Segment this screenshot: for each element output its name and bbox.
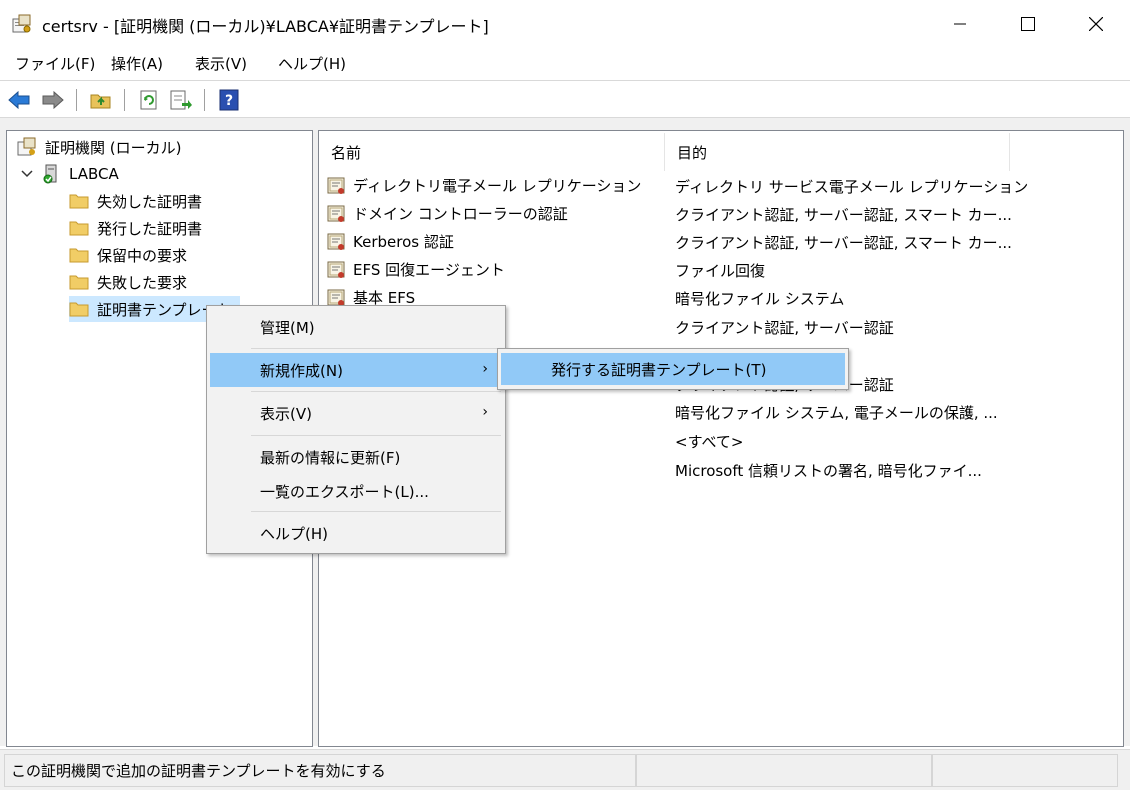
menu-separator	[251, 435, 501, 436]
submenu-arrow-icon: ›	[482, 404, 488, 420]
toolbar-separator	[124, 89, 125, 111]
context-menu: 管理(M) 新規作成(N) › 表示(V) › 最新の情報に更新(F) 一覧のエ…	[206, 305, 506, 554]
context-menu-manage[interactable]: 管理(M)	[210, 310, 502, 344]
forward-icon[interactable]	[40, 87, 66, 113]
tree-item-issued[interactable]: 発行した証明書	[69, 215, 202, 241]
template-name: EFS 回復エージェント	[327, 259, 505, 280]
menu-item-label: 表示(V)	[260, 404, 312, 423]
tree-ca-node[interactable]: LABCA	[17, 161, 119, 187]
tree-item-label: 保留中の要求	[97, 246, 188, 265]
list-item[interactable]: EFS 回復エージェント ファイル回復	[327, 255, 1117, 283]
chevron-down-icon[interactable]	[17, 170, 37, 178]
certsrv-app-icon	[12, 14, 32, 34]
minimize-button[interactable]	[926, 0, 994, 48]
menu-item-label: 新規作成(N)	[260, 361, 343, 380]
status-text: この証明機関で追加の証明書テンプレートを有効にする	[4, 754, 636, 787]
tree-item-pending[interactable]: 保留中の要求	[69, 242, 187, 268]
menu-file[interactable]: ファイル(F)	[15, 53, 95, 74]
template-name-label: ディレクトリ電子メール レプリケーション	[353, 177, 642, 195]
folder-icon	[69, 218, 89, 238]
menu-bar: ファイル(F) 操作(A) 表示(V) ヘルプ(H)	[0, 48, 1130, 78]
folder-icon	[69, 299, 89, 319]
menu-item-label: 発行する証明書テンプレート(T)	[551, 360, 767, 379]
menu-item-label: 管理(M)	[260, 318, 315, 337]
submenu-arrow-icon: ›	[482, 361, 488, 377]
help-icon[interactable]: ?	[216, 87, 242, 113]
menu-separator	[251, 511, 501, 512]
folder-icon	[69, 272, 89, 292]
template-name-label: ドメイン コントローラーの認証	[353, 205, 568, 223]
close-button[interactable]	[1062, 0, 1130, 48]
status-panel	[636, 754, 932, 787]
status-panel	[932, 754, 1118, 787]
template-purpose: ファイル回復	[675, 262, 766, 280]
context-menu-view[interactable]: 表示(V) ›	[210, 396, 502, 430]
tree-ca-label: LABCA	[69, 165, 119, 183]
tree-root-label: 証明機関 (ローカル)	[45, 138, 182, 157]
menu-action[interactable]: 操作(A)	[111, 53, 163, 74]
certificate-template-icon	[327, 260, 347, 280]
certificate-template-icon	[327, 176, 347, 196]
folder-icon	[69, 191, 89, 211]
template-purpose: ディレクトリ サービス電子メール レプリケーション	[675, 178, 1029, 196]
template-name-label: Kerberos 認証	[353, 233, 454, 251]
tree-item-label: 発行した証明書	[97, 219, 203, 238]
toolbar: ?	[0, 80, 1130, 118]
certificate-template-icon	[327, 232, 347, 252]
template-purpose: クライアント認証, サーバー認証, スマート カー...	[675, 206, 1012, 224]
list-item[interactable]: ドメイン コントローラーの認証 クライアント認証, サーバー認証, スマート カー…	[327, 199, 1117, 227]
context-menu-export-list[interactable]: 一覧のエクスポート(L)...	[210, 474, 502, 508]
tree-item-failed[interactable]: 失敗した要求	[69, 269, 187, 295]
export-list-icon[interactable]	[168, 87, 194, 113]
status-text-label: この証明機関で追加の証明書テンプレートを有効にする	[11, 762, 386, 780]
menu-item-label: 最新の情報に更新(F)	[260, 448, 401, 467]
context-menu-new[interactable]: 新規作成(N) ›	[210, 353, 502, 387]
tree-item-label: 失敗した要求	[97, 273, 188, 292]
template-purpose: 暗号化ファイル システム, 電子メールの保護, ...	[675, 404, 998, 422]
template-purpose: <すべて>	[675, 433, 744, 451]
maximize-button[interactable]	[994, 0, 1062, 48]
template-name: Kerberos 認証	[327, 231, 454, 252]
template-name: ドメイン コントローラーの認証	[327, 203, 568, 224]
title-bar: certsrv - [証明機関 (ローカル)¥LABCA¥証明書テンプレート]	[0, 0, 1130, 48]
context-menu-help[interactable]: ヘルプ(H)	[210, 516, 502, 550]
template-name: ディレクトリ電子メール レプリケーション	[327, 175, 641, 196]
new-submenu: 発行する証明書テンプレート(T)	[497, 348, 849, 390]
menu-separator	[251, 348, 501, 349]
tree-item-label: 失効した証明書	[97, 192, 203, 211]
tree-root[interactable]: 証明機関 (ローカル)	[17, 134, 181, 160]
refresh-icon[interactable]	[136, 87, 162, 113]
menu-item-label: 一覧のエクスポート(L)...	[260, 482, 429, 501]
context-menu-refresh[interactable]: 最新の情報に更新(F)	[210, 440, 502, 474]
template-purpose: クライアント認証, サーバー認証	[675, 319, 894, 337]
toolbar-separator	[204, 89, 205, 111]
status-bar: この証明機関で追加の証明書テンプレートを有効にする	[0, 749, 1130, 790]
window-title: certsrv - [証明機関 (ローカル)¥LABCA¥証明書テンプレート]	[42, 17, 489, 36]
tree-item-revoked[interactable]: 失効した証明書	[69, 188, 202, 214]
template-name-label: EFS 回復エージェント	[353, 261, 505, 279]
up-folder-icon[interactable]	[88, 87, 114, 113]
ca-server-icon	[41, 164, 61, 184]
certificate-template-icon	[327, 204, 347, 224]
list-item[interactable]: ディレクトリ電子メール レプリケーション ディレクトリ サービス電子メール レプリ…	[327, 171, 1117, 199]
menu-item-label: ヘルプ(H)	[260, 524, 328, 543]
template-purpose: 暗号化ファイル システム	[675, 290, 845, 308]
toolbar-separator	[76, 89, 77, 111]
list-item[interactable]: Kerberos 認証 クライアント認証, サーバー認証, スマート カー...	[327, 227, 1117, 255]
back-icon[interactable]	[6, 87, 32, 113]
menu-separator	[251, 391, 501, 392]
template-purpose: クライアント認証, サーバー認証, スマート カー...	[675, 234, 1012, 252]
column-header-name[interactable]: 名前	[319, 133, 665, 171]
folder-icon	[69, 245, 89, 265]
column-header-label: 名前	[331, 143, 362, 162]
menu-view[interactable]: 表示(V)	[195, 53, 247, 74]
column-header-purpose[interactable]: 目的	[665, 133, 1010, 171]
column-header-label: 目的	[677, 143, 708, 162]
svg-text:?: ?	[225, 93, 233, 109]
submenu-certificate-template-to-issue[interactable]: 発行する証明書テンプレート(T)	[501, 353, 845, 385]
menu-help[interactable]: ヘルプ(H)	[278, 53, 346, 74]
certification-authority-icon	[17, 137, 37, 157]
template-purpose: Microsoft 信頼リストの署名, 暗号化ファイ...	[675, 462, 982, 480]
